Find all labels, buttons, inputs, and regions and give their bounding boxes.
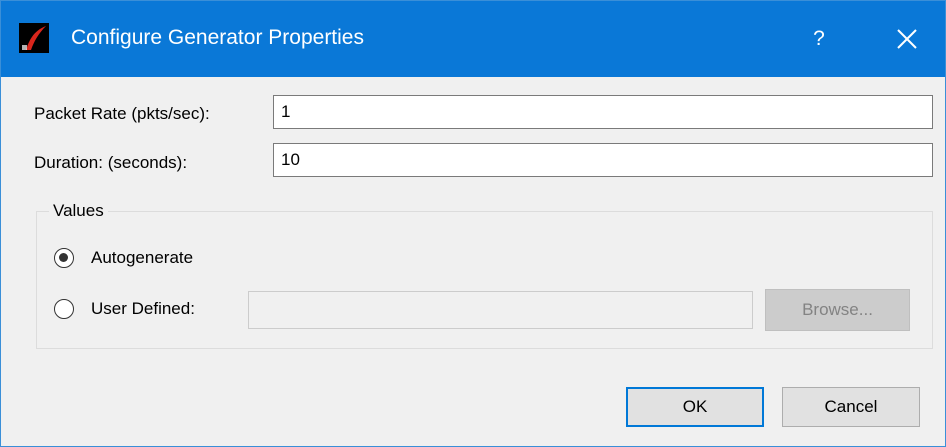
user-defined-path-input[interactable] — [248, 291, 753, 329]
window-title: Configure Generator Properties — [71, 26, 364, 49]
autogenerate-radio[interactable] — [54, 248, 74, 268]
close-button[interactable] — [873, 1, 941, 77]
app-icon — [19, 23, 49, 53]
close-icon — [897, 29, 917, 49]
duration-input[interactable]: 10 — [273, 143, 933, 177]
radio-selected-dot — [59, 253, 68, 262]
values-group-title: Values — [49, 200, 108, 222]
ok-button[interactable]: OK — [626, 387, 764, 427]
help-button[interactable]: ? — [791, 1, 847, 77]
packet-rate-input[interactable]: 1 — [273, 95, 933, 129]
packet-rate-label: Packet Rate (pkts/sec): — [34, 104, 210, 123]
title-bar[interactable]: Configure Generator Properties ? — [1, 1, 945, 77]
duration-label: Duration: (seconds): — [34, 153, 188, 172]
autogenerate-label[interactable]: Autogenerate — [91, 247, 193, 269]
browse-button[interactable]: Browse... — [765, 289, 910, 331]
user-defined-radio[interactable] — [54, 299, 74, 319]
dialog-window: Configure Generator Properties ? Packet … — [0, 0, 946, 447]
cancel-button[interactable]: Cancel — [782, 387, 920, 427]
user-defined-label[interactable]: User Defined: — [91, 298, 195, 320]
